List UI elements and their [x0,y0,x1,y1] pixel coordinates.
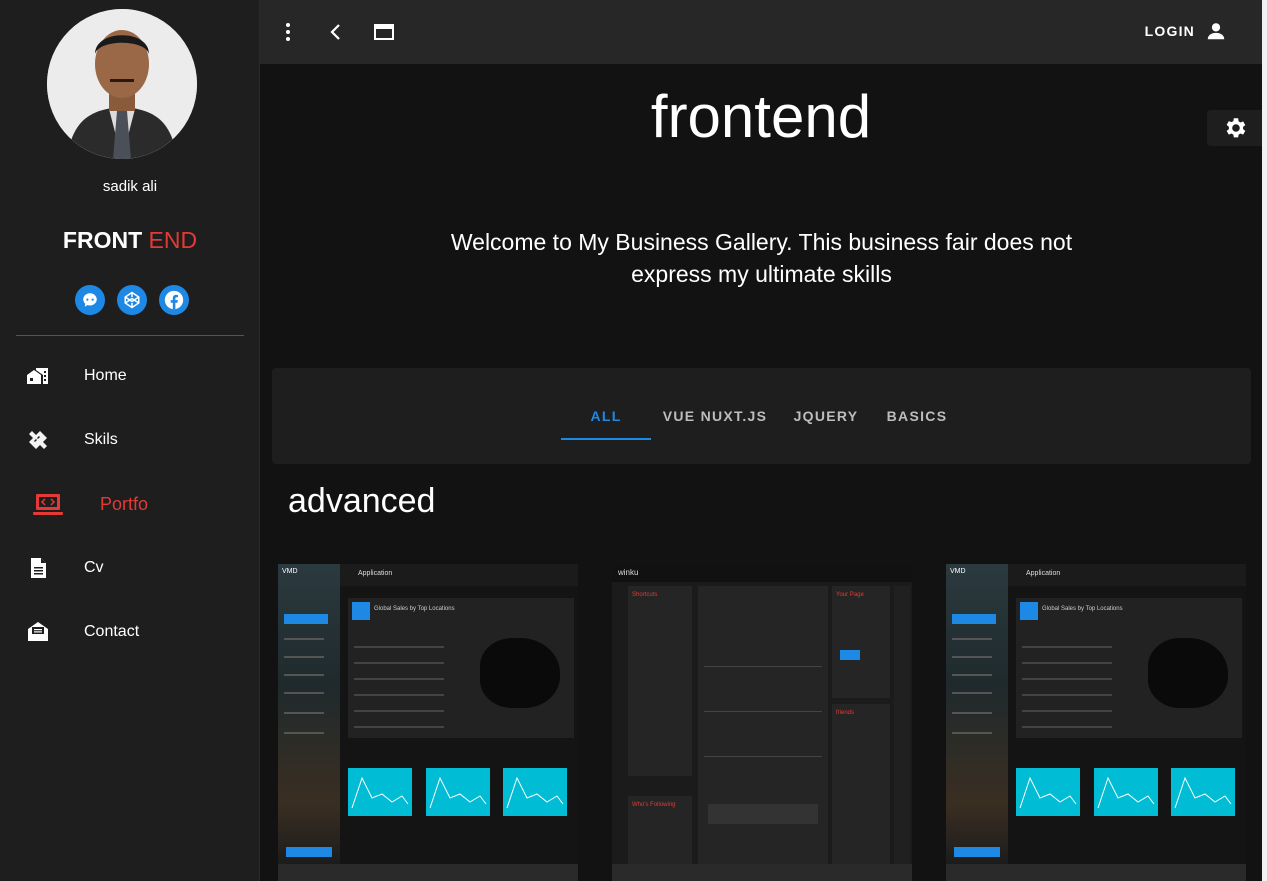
thumb-shortcuts: Shortcuts [632,592,658,598]
thumb-friends: friends [836,710,855,716]
avatar [47,9,197,159]
nav-item-contact[interactable]: Contact [0,604,259,660]
scrollbar[interactable] [1262,0,1267,881]
gear-icon [1226,118,1245,138]
portfolio-card-admin-1[interactable]: VMD Application Global Sales by Top Loca… [278,564,578,881]
card-footer [278,864,578,881]
thumb-panel-title: Global Sales by Top Locations [1042,606,1123,612]
window-maximize-icon[interactable] [368,16,400,48]
nav-item-portfo[interactable]: Portfo [0,476,259,532]
github-icon[interactable] [75,285,105,315]
account-icon [1207,23,1225,40]
document-icon [26,556,50,580]
portfolio-card-admin-2[interactable]: VMD Application Global Sales by Top Loca… [946,564,1246,881]
thumb-title: Application [1026,570,1061,577]
nav-label-home: Home [84,367,127,384]
settings-button[interactable] [1207,110,1262,146]
portfolio-card-social[interactable]: winku Shortcuts Who's Following Your Pag… [612,564,912,881]
profile-name: sadik ali [102,178,158,195]
filter-tabs: ALL VUE NUXT.JS JQUERY BASICS [272,368,1251,464]
nav-item-skils[interactable]: Skils [0,412,259,468]
thumb-panel-title: Global Sales by Top Locations [374,606,455,612]
thumb-brand: VMD [950,568,966,575]
facebook-icon[interactable] [159,285,189,315]
card-footer [946,864,1246,881]
screenshot-admin-dashboard: VMD Application Global Sales by Top Loca… [946,564,1246,864]
brand-part-front: FRONT [62,227,143,253]
thumb-social-brand: winku [618,568,639,577]
thumb-title: Application [358,570,393,577]
sidebar: sadik ali FRONT END Home Skils Portfo Cv… [0,0,260,881]
login-label: LOGIN [1144,23,1195,39]
screenshot-admin-dashboard: VMD Application Global Sales by Top Loca… [278,564,578,864]
card-footer [612,864,912,881]
tab-vue-nuxt[interactable]: VUE NUXT.JS [655,398,775,440]
nav-item-cv[interactable]: Cv [0,540,259,596]
brand-text: FRONT END [0,227,260,254]
social-links [75,285,189,315]
chevron-left-icon[interactable] [320,16,352,48]
login-button[interactable]: LOGIN [1145,20,1227,42]
nav-label-contact: Contact [84,623,140,640]
codepen-icon[interactable] [117,285,147,315]
laptop-code-icon [33,492,63,516]
page-subtitle: Welcome to My Business Gallery. This bus… [450,229,1073,287]
app-bar: LOGIN [260,0,1267,64]
tab-jquery[interactable]: JQUERY [780,398,872,440]
home-icon [26,364,50,388]
nav-label-cv: Cv [84,559,104,576]
thumb-brand: VMD [282,568,298,575]
tab-basics[interactable]: BASICS [876,398,958,440]
nav-label-skils: Skils [84,431,118,448]
tools-icon [26,428,50,452]
thumb-your-page: Your Page [836,592,864,598]
mail-icon [26,620,50,644]
more-vert-icon[interactable] [272,16,304,48]
page-title: frontend [650,83,872,150]
thumb-following: Who's Following [632,802,676,808]
sidebar-divider [16,335,244,336]
section-title: advanced [288,482,436,520]
tab-all[interactable]: ALL [561,398,651,440]
brand-part-end: END [142,227,198,253]
screenshot-social-network: winku Shortcuts Who's Following Your Pag… [612,564,912,864]
nav-item-home[interactable]: Home [0,348,259,404]
nav-label-portfo: Portfo [100,493,149,514]
